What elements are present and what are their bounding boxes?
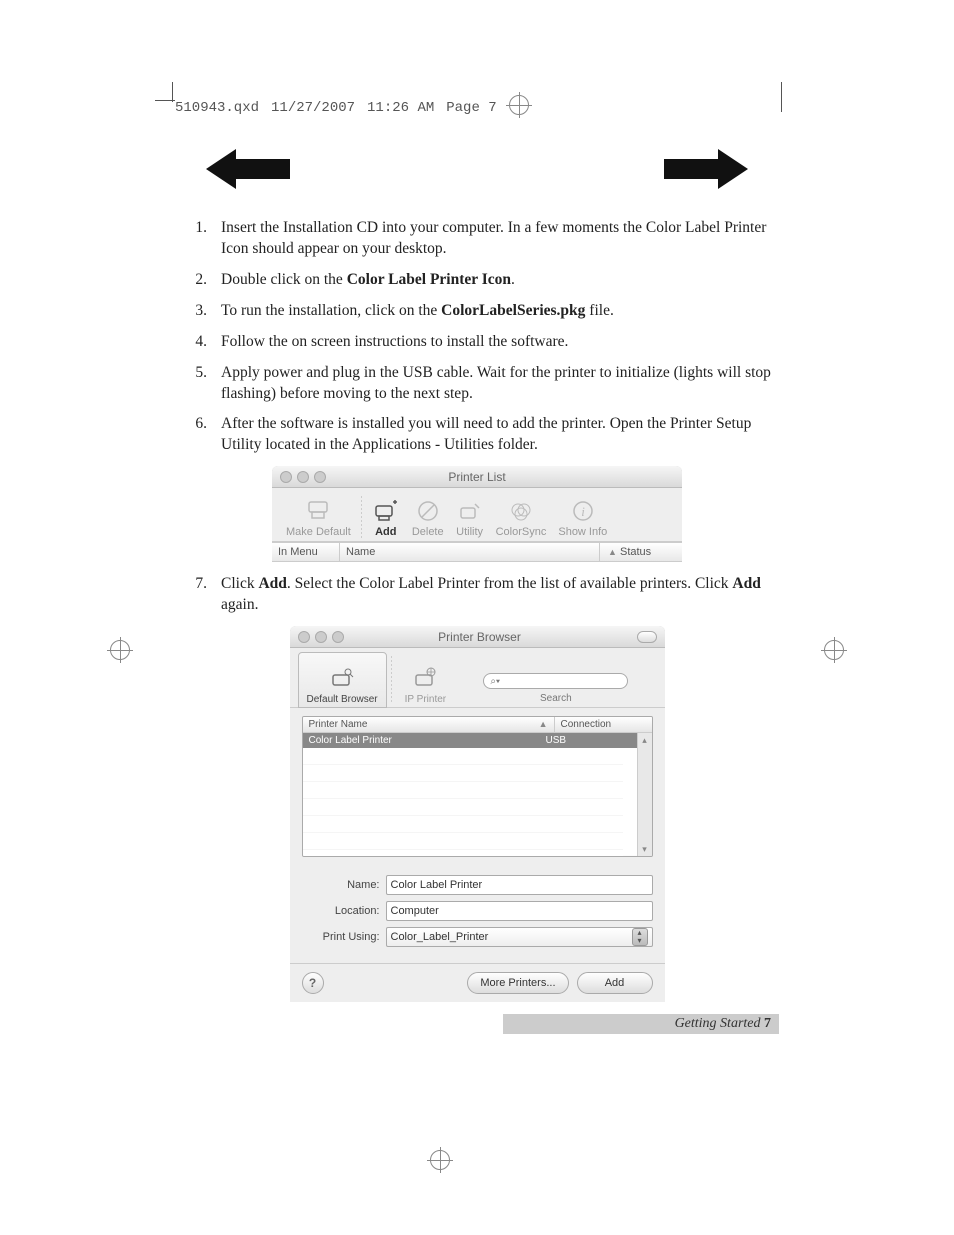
list-item[interactable]: Color Label Printer USB — [303, 733, 637, 748]
scrollbar[interactable]: ▴ ▾ — [637, 733, 652, 856]
colorsync-icon — [507, 498, 535, 524]
document-page: 510943.qxd 11/27/2007 11:26 AM Page 7 1.… — [0, 0, 954, 1235]
printer-plus-icon — [372, 498, 400, 524]
slug-page: Page 7 — [446, 100, 496, 116]
make-default-button[interactable]: Make Default — [280, 492, 357, 542]
close-icon[interactable] — [280, 471, 292, 483]
toolbar-toggle-icon[interactable] — [637, 631, 657, 643]
zoom-icon[interactable] — [314, 471, 326, 483]
prev-arrow-icon[interactable] — [193, 145, 303, 193]
step-7: 7. Click Add. Select the Color Label Pri… — [175, 574, 779, 616]
minimize-icon[interactable] — [297, 471, 309, 483]
slug-time: 11:26 AM — [367, 100, 434, 116]
page-footer: Getting Started 7 — [503, 1014, 779, 1034]
step-4: 4.Follow the on screen instructions to i… — [175, 332, 779, 353]
tab-ip-printer[interactable]: IP Printer — [396, 652, 456, 708]
instructions-list: 1.Insert the Installation CD into your c… — [175, 218, 779, 456]
titlebar: Printer Browser — [290, 626, 665, 648]
printer-icon — [304, 498, 332, 524]
printer-browser-window: Printer Browser Default Browser IP Print… — [290, 626, 665, 1002]
titlebar: Printer List — [272, 466, 682, 488]
print-using-select[interactable]: Color_Label_Printer ▴▾ — [386, 927, 653, 947]
crop-mark — [155, 100, 175, 101]
printer-list-panel: Printer Name ▲ Connection Color Label Pr… — [302, 716, 653, 857]
crop-mark — [781, 82, 782, 112]
nav-arrows — [193, 145, 761, 193]
col-status[interactable]: ▲ Status — [600, 543, 682, 561]
no-entry-icon — [414, 498, 442, 524]
svg-text:i: i — [581, 504, 585, 519]
step-3: 3.To run the installation, click on the … — [175, 301, 779, 322]
registration-mark — [430, 1150, 450, 1170]
minimize-icon[interactable] — [315, 631, 327, 643]
close-icon[interactable] — [298, 631, 310, 643]
col-printer-name[interactable]: Printer Name ▲ — [303, 717, 555, 733]
add-button[interactable]: Add — [366, 492, 406, 542]
colorsync-button[interactable]: ColorSync — [490, 492, 553, 542]
location-label: Location: — [302, 905, 386, 917]
slug-file: 510943.qxd — [175, 100, 259, 116]
printer-list-window: Printer List Make Default Add — [272, 466, 682, 562]
col-name[interactable]: Name — [340, 543, 600, 561]
browser-body: Printer Name ▲ Connection Color Label Pr… — [290, 708, 665, 963]
step-1: 1.Insert the Installation CD into your c… — [175, 218, 779, 260]
utility-button[interactable]: Utility — [450, 492, 490, 542]
registration-mark — [824, 640, 844, 660]
chevron-updown-icon: ▴▾ — [632, 928, 648, 946]
browser-footer: ? More Printers... Add — [290, 963, 665, 1002]
zoom-icon[interactable] — [332, 631, 344, 643]
printer-form: Name: Color Label Printer Location: Comp… — [302, 875, 653, 947]
search-label: Search — [540, 693, 572, 704]
toolbar: Default Browser IP Printer ⌕▾ Search — [290, 648, 665, 708]
col-connection[interactable]: Connection — [555, 717, 652, 733]
instructions-list-2: 7. Click Add. Select the Color Label Pri… — [175, 574, 779, 616]
registration-mark — [509, 95, 529, 120]
add-button[interactable]: Add — [577, 972, 653, 994]
scroll-down-icon[interactable]: ▾ — [638, 842, 652, 856]
col-in-menu[interactable]: In Menu — [272, 543, 340, 561]
footer-section: Getting Started — [675, 1016, 761, 1031]
next-arrow-icon[interactable] — [651, 145, 761, 193]
print-using-label: Print Using: — [302, 931, 386, 943]
step-5: 5.Apply power and plug in the USB cable.… — [175, 363, 779, 405]
tab-default-browser[interactable]: Default Browser — [298, 652, 387, 708]
window-title: Printer List — [360, 470, 594, 484]
name-label: Name: — [302, 879, 386, 891]
scroll-up-icon[interactable]: ▴ — [638, 733, 652, 747]
step-2: 2.Double click on the Color Label Printe… — [175, 270, 779, 291]
toolbar: Make Default Add Delete Utility — [272, 488, 682, 542]
wrench-icon — [456, 498, 484, 524]
slug-date: 11/27/2007 — [271, 100, 355, 116]
search-icon: ⌕▾ — [490, 676, 500, 687]
location-field[interactable]: Computer — [386, 901, 653, 921]
printer-search-icon — [328, 665, 356, 691]
footer-page-number: 7 — [764, 1016, 771, 1031]
window-title: Printer Browser — [378, 630, 582, 644]
step-6: 6.After the software is installed you wi… — [175, 414, 779, 456]
name-field[interactable]: Color Label Printer — [386, 875, 653, 895]
crop-mark — [172, 82, 173, 102]
help-button[interactable]: ? — [302, 972, 324, 994]
column-headers: In Menu Name ▲ Status — [272, 542, 682, 562]
empty-rows — [303, 748, 623, 856]
info-icon: i — [569, 498, 597, 524]
show-info-button[interactable]: i Show Info — [552, 492, 613, 542]
printer-globe-icon — [411, 665, 439, 691]
slug-line: 510943.qxd 11/27/2007 11:26 AM Page 7 — [175, 95, 779, 120]
search-input[interactable]: ⌕▾ — [483, 673, 628, 689]
registration-mark — [110, 640, 130, 660]
more-printers-button[interactable]: More Printers... — [467, 972, 568, 994]
delete-button[interactable]: Delete — [406, 492, 450, 542]
